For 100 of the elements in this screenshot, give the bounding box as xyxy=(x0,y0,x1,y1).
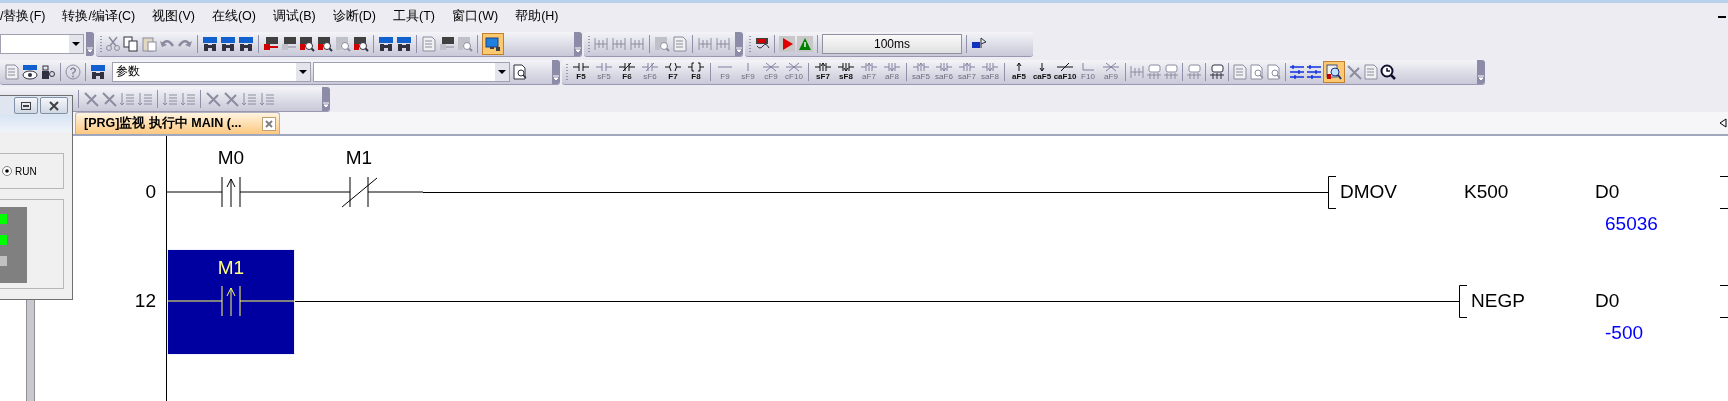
search-combo-box[interactable]: 参数 xyxy=(112,61,311,82)
function-key-button[interactable]: sF8 xyxy=(835,62,857,81)
cross-icon xyxy=(763,62,779,72)
menu-item[interactable]: 转换/编译(C) xyxy=(58,8,144,25)
play-icon[interactable] xyxy=(779,35,795,52)
overflow-chevron-icon[interactable] xyxy=(86,32,94,56)
window-title-bar xyxy=(0,115,72,132)
binoculars-icon[interactable] xyxy=(396,35,412,52)
copy-icon[interactable] xyxy=(123,35,139,52)
document-search-icon[interactable] xyxy=(512,63,528,80)
instruction-bracket xyxy=(1327,176,1339,209)
bracket-icon xyxy=(688,62,704,72)
page-icon[interactable] xyxy=(672,35,688,52)
close-button[interactable] xyxy=(40,97,68,114)
toolbar-grip-icon[interactable] xyxy=(566,62,569,81)
menu-item[interactable]: 工具(T) xyxy=(389,8,443,25)
dropdown-arrow-icon xyxy=(299,69,307,74)
menu-item[interactable]: 窗口(W) xyxy=(448,8,507,25)
function-key-button[interactable]: caF5 xyxy=(1031,62,1053,81)
instruction-name: DMOV xyxy=(1340,181,1398,203)
list-icon[interactable] xyxy=(137,90,153,107)
restore-icon xyxy=(21,101,31,110)
line-icon xyxy=(1080,62,1096,72)
list-icon[interactable] xyxy=(162,90,178,107)
instruction-name: NEGP xyxy=(1471,290,1526,312)
menu-item[interactable]: 帮助(H) xyxy=(511,8,567,25)
device-label: M1 xyxy=(345,147,373,169)
line-icon xyxy=(747,62,749,72)
function-key-button[interactable]: caF10 xyxy=(1054,62,1076,81)
function-key-button[interactable]: aF5 xyxy=(1008,62,1030,81)
binoculars-icon[interactable] xyxy=(220,35,236,52)
contact-icon xyxy=(936,62,952,72)
magnifier-icon[interactable] xyxy=(317,35,333,52)
eye-icon[interactable] xyxy=(22,63,38,80)
contact-icon xyxy=(596,62,612,72)
warning-icon[interactable] xyxy=(797,35,813,52)
page-icon[interactable] xyxy=(1232,63,1248,80)
contact-icon xyxy=(982,62,998,72)
menu-item[interactable]: /替换(F) xyxy=(0,8,54,25)
restore-button[interactable] xyxy=(14,97,38,114)
toolbar-grip-icon[interactable] xyxy=(588,34,591,53)
magnifier-icon[interactable] xyxy=(299,35,315,52)
function-key-button[interactable]: sF7 xyxy=(812,62,834,81)
binoculars-icon[interactable] xyxy=(202,35,218,52)
list-icon[interactable] xyxy=(259,90,275,107)
monitor-button[interactable] xyxy=(482,32,504,55)
binoculars-icon[interactable] xyxy=(378,35,394,52)
dropdown-arrow-icon xyxy=(72,42,80,46)
menu-item[interactable]: 在线(O) xyxy=(207,8,264,25)
contact-icon xyxy=(913,62,929,72)
clipboard-icon[interactable] xyxy=(141,35,157,52)
editor-tab[interactable]: [PRG]监视 执行中 MAIN (... xyxy=(75,112,280,134)
contact-cell[interactable]: M1 xyxy=(295,136,423,245)
monitor-watch-button[interactable] xyxy=(1323,60,1345,83)
combo-box[interactable] xyxy=(0,34,84,54)
function-key-button[interactable]: F6 xyxy=(616,62,638,81)
toolbar-grip-icon[interactable] xyxy=(749,34,752,53)
function-key-button[interactable]: F8 xyxy=(685,62,707,81)
cursor-cell[interactable]: M1 xyxy=(167,249,295,355)
overflow-chevron-icon[interactable] xyxy=(552,59,560,84)
overflow-chevron-icon[interactable] xyxy=(735,31,743,56)
overflow-chevron-icon[interactable] xyxy=(1477,59,1485,84)
help-icon[interactable] xyxy=(65,63,81,80)
contact-icon xyxy=(619,62,635,72)
monitor-icon xyxy=(485,35,501,52)
contact-icon xyxy=(815,62,831,72)
plug-icon[interactable] xyxy=(40,63,56,80)
monitor-interval-field[interactable]: 100ms xyxy=(822,33,962,54)
cross-icon xyxy=(786,62,802,72)
scroll-left-icon[interactable] xyxy=(1719,118,1727,128)
monitor-value: -500 xyxy=(1605,322,1644,344)
device-label: M1 xyxy=(217,257,245,279)
list-icon[interactable] xyxy=(241,90,257,107)
menu-item[interactable]: 调试(B) xyxy=(269,8,324,25)
function-key-button[interactable]: F7 xyxy=(662,62,684,81)
overflow-chevron-icon[interactable] xyxy=(574,31,582,56)
contact-icon xyxy=(861,62,877,72)
magnifier-icon xyxy=(1326,63,1342,80)
instruction-bracket xyxy=(1720,176,1728,209)
toolbar-grip-icon[interactable] xyxy=(100,34,103,53)
function-key-button[interactable]: F5 xyxy=(570,62,592,81)
instruction-bracket xyxy=(1720,285,1728,318)
overflow-chevron-icon[interactable] xyxy=(322,86,330,111)
binoculars-icon[interactable] xyxy=(238,35,254,52)
binoculars-icon[interactable] xyxy=(90,63,106,80)
contact-icon xyxy=(884,62,900,72)
operand-label: D0 xyxy=(1595,290,1621,312)
menu-item[interactable]: 视图(V) xyxy=(148,8,203,25)
scissors-icon[interactable] xyxy=(105,35,121,52)
menu-item[interactable]: 诊断(D) xyxy=(328,8,385,25)
magnifier-icon[interactable] xyxy=(353,35,369,52)
step-number: 0 xyxy=(145,181,156,203)
close-icon[interactable] xyxy=(262,116,276,131)
close-icon xyxy=(49,100,59,111)
zoom-icon[interactable] xyxy=(1380,63,1396,80)
comment-icon[interactable] xyxy=(1209,63,1225,80)
contact-cell[interactable]: M0 xyxy=(167,136,295,245)
list-icon[interactable] xyxy=(119,90,135,107)
list-icon[interactable] xyxy=(180,90,196,107)
run-radio-button[interactable]: RUN xyxy=(0,165,37,177)
